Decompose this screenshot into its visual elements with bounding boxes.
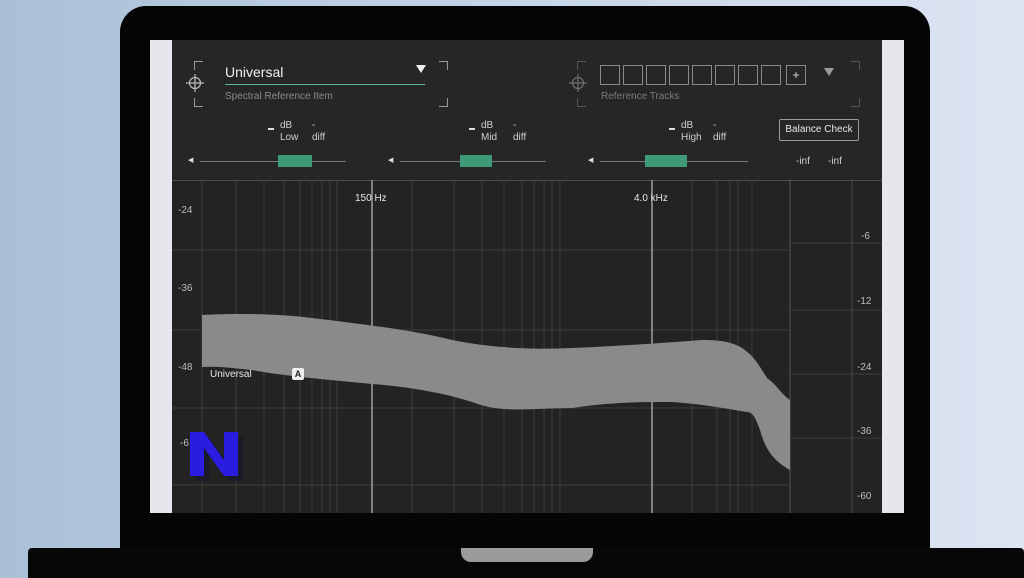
right-scale-24: -24 — [857, 362, 872, 373]
reference-slot[interactable] — [692, 65, 712, 85]
reference-dropdown-icon[interactable] — [824, 67, 834, 77]
band-low-unit: dB — [280, 120, 293, 131]
ref-bracket-tl — [577, 61, 586, 70]
left-scale-36: -36 — [178, 283, 193, 294]
left-scale-48: -48 — [178, 362, 193, 373]
reference-slot[interactable] — [715, 65, 735, 85]
preset-name[interactable]: Universal — [225, 64, 283, 80]
band-high-diff-value: - — [713, 120, 717, 131]
plugin-header: Universal Spectral Reference Item + Refe… — [172, 40, 882, 180]
band-high-value — [669, 128, 675, 130]
reference-crosshair-icon[interactable] — [569, 74, 587, 92]
preset-dropdown-icon[interactable] — [416, 64, 426, 74]
bracket-tr — [439, 61, 448, 70]
reference-slot[interactable] — [738, 65, 758, 85]
band-low-diff: diff — [312, 132, 326, 143]
right-scale-12: -12 — [857, 296, 872, 307]
band-mid-unit: dB — [481, 120, 494, 131]
mid-slider-thumb[interactable] — [460, 155, 492, 167]
crosshair-icon[interactable] — [186, 74, 204, 92]
meter-left-value: -inf — [796, 156, 810, 167]
band-low-value — [268, 128, 274, 130]
n-logo-icon — [190, 432, 243, 481]
preset-caption: Spectral Reference Item — [225, 91, 333, 102]
ref-bracket-br — [851, 98, 860, 107]
reference-slot[interactable] — [600, 65, 620, 85]
freq-marker-150hz: 150 Hz — [355, 193, 387, 204]
band-mid-diff: diff — [513, 132, 527, 143]
low-slider-left-icon[interactable]: ◀ — [188, 156, 193, 164]
high-slider-left-icon[interactable]: ◀ — [588, 156, 593, 164]
right-scale-36: -36 — [857, 426, 872, 437]
add-reference-button[interactable]: + — [786, 65, 806, 85]
reference-slot[interactable] — [623, 65, 643, 85]
band-low-name: Low — [280, 132, 299, 143]
low-slider-track[interactable] — [200, 161, 346, 162]
reference-caption: Reference Tracks — [601, 91, 680, 102]
plugin-window: Universal Spectral Reference Item + Refe… — [172, 40, 882, 513]
bracket-bl — [194, 98, 203, 107]
band-low-diff-value: - — [312, 120, 316, 131]
curve-label: Universal — [210, 369, 252, 380]
low-slider-thumb[interactable] — [278, 155, 312, 167]
reference-slot[interactable] — [669, 65, 689, 85]
meter-right-value: -inf — [828, 156, 842, 167]
ref-bracket-tr — [851, 61, 860, 70]
curve-badge[interactable]: A — [292, 368, 304, 380]
bracket-tl — [194, 61, 203, 70]
balance-check-button[interactable]: Balance Check — [779, 119, 859, 141]
freq-marker-4khz: 4.0 kHz — [634, 193, 668, 204]
high-slider-thumb[interactable] — [645, 155, 687, 167]
preset-underline — [225, 84, 425, 85]
band-high-name: High — [681, 132, 702, 143]
ref-bracket-bl — [577, 98, 586, 107]
laptop-screen: Universal Spectral Reference Item + Refe… — [150, 40, 904, 513]
band-high-diff: diff — [713, 132, 727, 143]
reference-slots: + — [600, 65, 806, 85]
band-high-unit: dB — [681, 120, 694, 131]
band-mid-value — [469, 128, 475, 130]
right-scale-6: -6 — [861, 231, 870, 242]
mid-slider-left-icon[interactable]: ◀ — [388, 156, 393, 164]
right-scale-60: -60 — [857, 491, 872, 502]
laptop-notch — [461, 548, 593, 562]
spectrum-graph[interactable] — [172, 180, 882, 513]
band-mid-name: Mid — [481, 132, 498, 143]
reference-slot[interactable] — [761, 65, 781, 85]
bracket-br — [439, 98, 448, 107]
left-scale-24: -24 — [178, 205, 193, 216]
reference-slot[interactable] — [646, 65, 666, 85]
band-mid-diff-value: - — [513, 120, 517, 131]
